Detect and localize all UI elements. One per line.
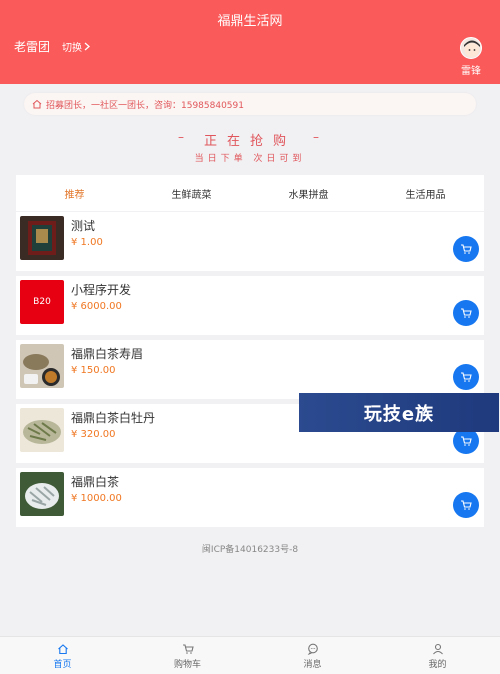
nav-cart[interactable]: 购物车 [125, 637, 250, 674]
home-icon [57, 644, 68, 655]
product-name: 小程序开发 [71, 283, 132, 297]
sale-title: 正在抢购 [203, 134, 296, 149]
list-item[interactable]: 测试 ¥ 1.00 [16, 212, 484, 271]
cart-icon [461, 500, 472, 510]
tea-cup-image [20, 344, 64, 388]
cart-icon [461, 308, 472, 318]
cart-icon [461, 436, 472, 446]
avatar [460, 37, 482, 59]
watermark-logo: 玩技e族 [299, 393, 499, 432]
sale-subtitle: 当日下单 次日可到 [194, 154, 306, 164]
product-name: 福鼎白茶白牡丹 [71, 411, 156, 425]
icp-text: 闽ICP备14016233号-8 [201, 545, 299, 555]
recruit-notice[interactable]: 招募团长，一社区一团长，咨询：15985840591 [24, 93, 476, 115]
switch-label: 切换 [62, 43, 83, 54]
nav-profile[interactable]: 我的 [375, 637, 500, 674]
user-profile[interactable]: 雷锋 [456, 37, 486, 77]
bottom-nav: 首页 购物车 消息 我的 [0, 636, 500, 674]
nav-home-label: 首页 [53, 660, 72, 670]
nav-messages[interactable]: 消息 [250, 637, 375, 674]
b20-label: B20 [33, 297, 51, 307]
product-price: ¥ 320.00 [71, 429, 116, 440]
nav-home[interactable]: 首页 [0, 637, 125, 674]
b20-image: B20 [20, 280, 64, 324]
tea-box-image [20, 216, 64, 260]
nav-messages-label: 消息 [303, 660, 322, 670]
cart-icon [461, 372, 472, 382]
tab-recommend[interactable]: 推荐 [16, 186, 133, 201]
product-name: 测试 [71, 219, 96, 233]
product-name: 福鼎白茶寿眉 [71, 347, 144, 361]
tab-fresh-vegetables[interactable]: 生鲜蔬菜 [133, 186, 250, 201]
app-title: 福鼎生活网 [217, 14, 283, 29]
list-item[interactable]: 福鼎白茶寿眉 ¥ 150.00 [16, 340, 484, 399]
message-icon [307, 643, 318, 655]
tab-fruit-platter[interactable]: 水果拼盘 [250, 186, 367, 201]
home-icon [32, 99, 42, 109]
add-to-cart-button[interactable] [453, 300, 479, 326]
switch-community-button[interactable]: 切换 [62, 39, 91, 54]
product-price: ¥ 150.00 [71, 365, 116, 376]
tea-leaves-image [20, 472, 64, 516]
product-name: 福鼎白茶 [71, 475, 120, 489]
user-icon [432, 643, 443, 655]
add-to-cart-button[interactable] [453, 364, 479, 390]
user-name: 雷锋 [461, 66, 481, 77]
nav-cart-label: 购物车 [173, 660, 201, 670]
nav-profile-label: 我的 [428, 660, 447, 670]
divider-right: – [313, 130, 319, 144]
cart-icon [461, 244, 472, 254]
list-item[interactable]: 福鼎白茶 ¥ 1000.00 [16, 468, 484, 527]
tab-daily-goods[interactable]: 生活用品 [367, 186, 484, 201]
page: 福鼎生活网 老雷团 切换 雷锋 招募团长，一社区一团长，咨询：159858405… [0, 0, 500, 674]
chevron-right-icon [84, 42, 91, 51]
product-price: ¥ 6000.00 [71, 301, 122, 312]
cart-icon [182, 644, 194, 654]
add-to-cart-button[interactable] [453, 492, 479, 518]
add-to-cart-button[interactable] [453, 236, 479, 262]
list-item[interactable]: B20 小程序开发 ¥ 6000.00 [16, 276, 484, 335]
notice-text: 招募团长，一社区一团长，咨询：15985840591 [46, 100, 244, 111]
community-name: 老雷团 [14, 40, 51, 54]
product-price: ¥ 1.00 [71, 237, 103, 248]
category-tabs: 推荐 生鲜蔬菜 水果拼盘 生活用品 [16, 175, 484, 211]
tea-leaves-image [20, 408, 64, 452]
header: 福鼎生活网 老雷团 切换 雷锋 [0, 0, 500, 84]
product-price: ¥ 1000.00 [71, 493, 122, 504]
community-selector: 老雷团 切换 [14, 38, 91, 55]
